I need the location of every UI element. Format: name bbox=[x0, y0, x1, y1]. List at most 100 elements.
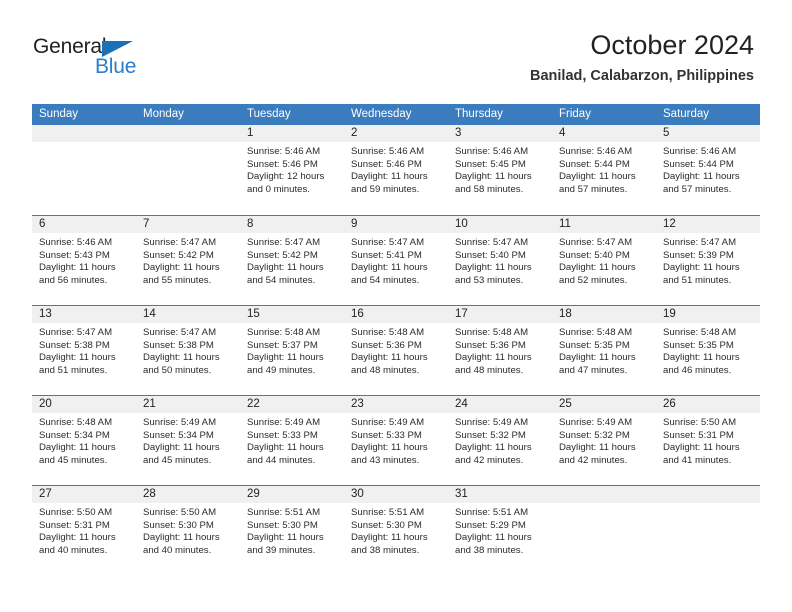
day-cell[interactable]: 22 Sunrise: 5:49 AM Sunset: 5:33 PM Dayligh… bbox=[240, 396, 344, 485]
day-cell[interactable]: 31 Sunrise: 5:51 AM Sunset: 5:29 PM Dayligh… bbox=[448, 486, 552, 575]
day-cell[interactable]: 16 Sunrise: 5:48 AM Sunset: 5:36 PM Dayligh… bbox=[344, 306, 448, 395]
sunset-text: Sunset: 5:42 PM bbox=[247, 249, 318, 261]
sunset-text: Sunset: 5:35 PM bbox=[663, 339, 734, 351]
day-cell[interactable]: 15 Sunrise: 5:48 AM Sunset: 5:37 PM Dayligh… bbox=[240, 306, 344, 395]
daylight-text-line2: and 52 minutes. bbox=[559, 274, 628, 286]
day-cell-empty bbox=[656, 486, 760, 575]
day-cell[interactable]: 4 Sunrise: 5:46 AM Sunset: 5:44 PM Daylight… bbox=[552, 125, 656, 215]
day-cell[interactable]: 26 Sunrise: 5:50 AM Sunset: 5:31 PM Dayligh… bbox=[656, 396, 760, 485]
page-header: General Blue October 2024 Banilad, Calab… bbox=[0, 0, 792, 92]
day-number: 14 bbox=[136, 306, 240, 323]
sunset-text: Sunset: 5:30 PM bbox=[351, 519, 422, 531]
day-cell[interactable]: 14 Sunrise: 5:47 AM Sunset: 5:38 PM Dayligh… bbox=[136, 306, 240, 395]
day-cell[interactable]: 7 Sunrise: 5:47 AM Sunset: 5:42 PM Daylight… bbox=[136, 216, 240, 305]
day-cell[interactable]: 5 Sunrise: 5:46 AM Sunset: 5:44 PM Daylight… bbox=[656, 125, 760, 215]
day-cell[interactable]: 30 Sunrise: 5:51 AM Sunset: 5:30 PM Dayligh… bbox=[344, 486, 448, 575]
weekday-header-wednesday: Wednesday bbox=[351, 108, 412, 120]
sunrise-text: Sunrise: 5:46 AM bbox=[663, 146, 737, 157]
sunrise-text: Sunrise: 5:49 AM bbox=[559, 417, 633, 428]
sunset-text: Sunset: 5:31 PM bbox=[663, 429, 734, 441]
day-cell[interactable]: 20 Sunrise: 5:48 AM Sunset: 5:34 PM Dayligh… bbox=[32, 396, 136, 485]
day-cell[interactable]: 27 Sunrise: 5:50 AM Sunset: 5:31 PM Dayligh… bbox=[32, 486, 136, 575]
sunrise-text: Sunrise: 5:48 AM bbox=[39, 417, 113, 428]
sunset-text: Sunset: 5:43 PM bbox=[39, 249, 110, 261]
day-cell[interactable]: 25 Sunrise: 5:49 AM Sunset: 5:32 PM Dayligh… bbox=[552, 396, 656, 485]
sunrise-text: Sunrise: 5:48 AM bbox=[351, 327, 425, 338]
day-cell[interactable]: 18 Sunrise: 5:48 AM Sunset: 5:35 PM Dayligh… bbox=[552, 306, 656, 395]
day-cell[interactable]: 6 Sunrise: 5:46 AM Sunset: 5:43 PM Daylight… bbox=[32, 216, 136, 305]
daylight-text-line1: Daylight: 11 hours bbox=[663, 171, 740, 183]
sunrise-text: Sunrise: 5:51 AM bbox=[351, 507, 425, 518]
daylight-text-line2: and 54 minutes. bbox=[351, 274, 420, 286]
title-block: October 2024 Banilad, Calabarzon, Philip… bbox=[530, 30, 754, 84]
day-cell[interactable]: 9 Sunrise: 5:47 AM Sunset: 5:41 PM Daylight… bbox=[344, 216, 448, 305]
day-number bbox=[32, 125, 136, 142]
daylight-text-line2: and 57 minutes. bbox=[559, 183, 628, 195]
day-details: Sunrise: 5:50 AM Sunset: 5:31 PM Daylight:… bbox=[656, 413, 760, 467]
day-cell[interactable]: 13 Sunrise: 5:47 AM Sunset: 5:38 PM Dayligh… bbox=[32, 306, 136, 395]
sunrise-text: Sunrise: 5:48 AM bbox=[455, 327, 529, 338]
daylight-text-line1: Daylight: 11 hours bbox=[559, 262, 636, 274]
daylight-text-line2: and 51 minutes. bbox=[663, 274, 732, 286]
day-cell-empty bbox=[32, 125, 136, 215]
day-number bbox=[552, 486, 656, 503]
daylight-text-line2: and 43 minutes. bbox=[351, 454, 420, 466]
day-number: 5 bbox=[656, 125, 760, 142]
sunrise-text: Sunrise: 5:46 AM bbox=[351, 146, 425, 157]
day-cell[interactable]: 3 Sunrise: 5:46 AM Sunset: 5:45 PM Daylight… bbox=[448, 125, 552, 215]
day-cell[interactable]: 1 Sunrise: 5:46 AM Sunset: 5:46 PM Daylight… bbox=[240, 125, 344, 215]
sunset-text: Sunset: 5:36 PM bbox=[351, 339, 422, 351]
logo-text-blue: Blue bbox=[95, 55, 137, 78]
day-details: Sunrise: 5:48 AM Sunset: 5:36 PM Daylight:… bbox=[344, 323, 448, 377]
day-cell[interactable]: 2 Sunrise: 5:46 AM Sunset: 5:46 PM Daylight… bbox=[344, 125, 448, 215]
day-cell[interactable]: 28 Sunrise: 5:50 AM Sunset: 5:30 PM Dayligh… bbox=[136, 486, 240, 575]
daylight-text-line2: and 38 minutes. bbox=[351, 544, 420, 556]
calendar-grid: Sunday Monday Tuesday Wednesday Thursday… bbox=[32, 104, 760, 575]
daylight-text-line2: and 39 minutes. bbox=[247, 544, 316, 556]
weekday-header-friday: Friday bbox=[559, 108, 591, 120]
day-cell[interactable]: 23 Sunrise: 5:49 AM Sunset: 5:33 PM Dayligh… bbox=[344, 396, 448, 485]
daylight-text-line2: and 48 minutes. bbox=[351, 364, 420, 376]
daylight-text-line2: and 47 minutes. bbox=[559, 364, 628, 376]
day-details: Sunrise: 5:48 AM Sunset: 5:35 PM Daylight:… bbox=[656, 323, 760, 377]
day-cell[interactable]: 12 Sunrise: 5:47 AM Sunset: 5:39 PM Dayligh… bbox=[656, 216, 760, 305]
sunrise-text: Sunrise: 5:47 AM bbox=[39, 327, 113, 338]
sunset-text: Sunset: 5:38 PM bbox=[39, 339, 110, 351]
sunrise-text: Sunrise: 5:47 AM bbox=[143, 237, 217, 248]
day-details: Sunrise: 5:49 AM Sunset: 5:33 PM Daylight:… bbox=[240, 413, 344, 467]
daylight-text-line2: and 56 minutes. bbox=[39, 274, 108, 286]
daylight-text-line2: and 51 minutes. bbox=[39, 364, 108, 376]
day-cell[interactable]: 21 Sunrise: 5:49 AM Sunset: 5:34 PM Dayligh… bbox=[136, 396, 240, 485]
daylight-text-line1: Daylight: 11 hours bbox=[39, 352, 116, 364]
day-cell[interactable]: 11 Sunrise: 5:47 AM Sunset: 5:40 PM Dayligh… bbox=[552, 216, 656, 305]
day-cell[interactable]: 19 Sunrise: 5:48 AM Sunset: 5:35 PM Dayligh… bbox=[656, 306, 760, 395]
daylight-text-line2: and 49 minutes. bbox=[247, 364, 316, 376]
day-number: 30 bbox=[344, 486, 448, 503]
day-number: 23 bbox=[344, 396, 448, 413]
daylight-text-line1: Daylight: 11 hours bbox=[143, 532, 220, 544]
day-number: 4 bbox=[552, 125, 656, 142]
day-cell[interactable]: 24 Sunrise: 5:49 AM Sunset: 5:32 PM Dayligh… bbox=[448, 396, 552, 485]
daylight-text-line1: Daylight: 11 hours bbox=[143, 262, 220, 274]
calendar-weeks: 1 Sunrise: 5:46 AM Sunset: 5:46 PM Daylight… bbox=[32, 125, 760, 575]
sunrise-text: Sunrise: 5:46 AM bbox=[559, 146, 633, 157]
daylight-text-line1: Daylight: 11 hours bbox=[247, 442, 324, 454]
sunset-text: Sunset: 5:32 PM bbox=[559, 429, 630, 441]
day-number: 16 bbox=[344, 306, 448, 323]
day-number: 9 bbox=[344, 216, 448, 233]
day-cell[interactable]: 10 Sunrise: 5:47 AM Sunset: 5:40 PM Dayligh… bbox=[448, 216, 552, 305]
day-details: Sunrise: 5:47 AM Sunset: 5:41 PM Daylight:… bbox=[344, 233, 448, 287]
logo-text-general: General bbox=[33, 35, 107, 58]
day-cell[interactable]: 17 Sunrise: 5:48 AM Sunset: 5:36 PM Dayligh… bbox=[448, 306, 552, 395]
day-cell[interactable]: 29 Sunrise: 5:51 AM Sunset: 5:30 PM Dayligh… bbox=[240, 486, 344, 575]
sunset-text: Sunset: 5:33 PM bbox=[247, 429, 318, 441]
day-details: Sunrise: 5:47 AM Sunset: 5:40 PM Daylight:… bbox=[552, 233, 656, 287]
daylight-text-line1: Daylight: 11 hours bbox=[455, 262, 532, 274]
day-number: 1 bbox=[240, 125, 344, 142]
day-cell[interactable]: 8 Sunrise: 5:47 AM Sunset: 5:42 PM Daylight… bbox=[240, 216, 344, 305]
daylight-text-line1: Daylight: 11 hours bbox=[143, 442, 220, 454]
sunrise-text: Sunrise: 5:47 AM bbox=[143, 327, 217, 338]
daylight-text-line1: Daylight: 11 hours bbox=[351, 352, 428, 364]
day-details: Sunrise: 5:51 AM Sunset: 5:29 PM Daylight:… bbox=[448, 503, 552, 557]
daylight-text-line1: Daylight: 11 hours bbox=[559, 442, 636, 454]
